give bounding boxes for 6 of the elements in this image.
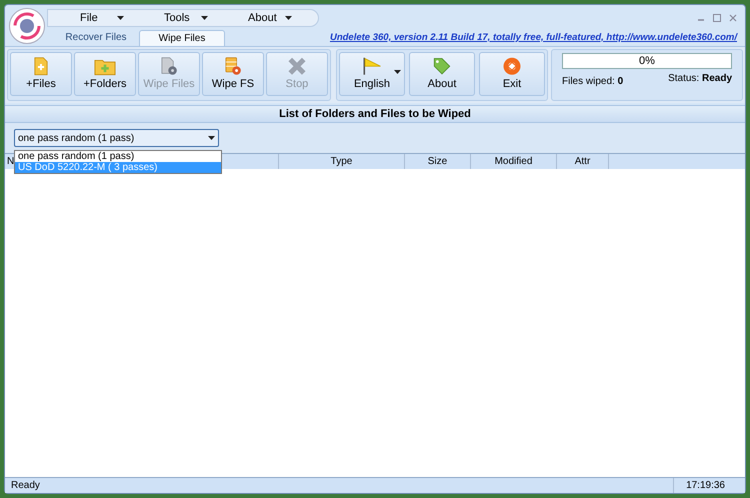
- status-time: 17:19:36: [673, 478, 725, 493]
- status-text: Ready: [11, 479, 40, 493]
- progress-reading: 0%: [638, 54, 656, 68]
- status-label: Status: Ready: [668, 72, 732, 86]
- list-title-bar: List of Folders and Files to be Wiped: [5, 105, 745, 123]
- files-wiped-label: Files wiped: 0: [562, 75, 624, 89]
